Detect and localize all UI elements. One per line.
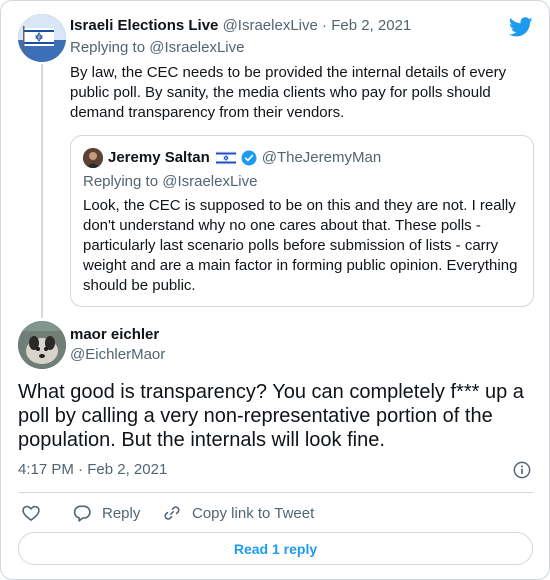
quote-header: Jeremy Saltan @TheJeremyMan — [108, 148, 381, 168]
israel-flag-icon — [215, 151, 236, 165]
main-author-handle[interactable]: @EichlerMaor — [70, 345, 165, 365]
verified-badge-icon — [241, 150, 257, 166]
parent-author-handle[interactable]: @IsraelexLive — [223, 17, 318, 34]
tweet-time[interactable]: 4:17 PM — [18, 461, 74, 478]
timestamp-separator: · — [78, 461, 84, 478]
reply-icon — [73, 505, 91, 522]
copy-link-button[interactable]: Copy link to Tweet — [162, 499, 314, 527]
quote-avatar[interactable] — [83, 148, 103, 168]
link-icon — [164, 506, 180, 520]
reply-label: Reply — [102, 504, 141, 522]
parent-replying-to[interactable]: Replying to @IsraelexLive — [70, 38, 244, 58]
parent-separator: · — [322, 17, 328, 34]
quoted-tweet[interactable]: Jeremy Saltan @TheJeremyMan Replying to … — [70, 135, 534, 307]
twitter-bird-icon[interactable] — [509, 15, 533, 39]
info-icon[interactable] — [513, 461, 531, 479]
like-button[interactable] — [21, 499, 41, 527]
parent-tweet-text: By law, the CEC needs to be provided the… — [70, 64, 507, 121]
parent-date[interactable]: Feb 2, 2021 — [331, 17, 411, 34]
quote-author-name[interactable]: Jeremy Saltan — [108, 148, 210, 168]
main-avatar[interactable] — [18, 321, 66, 369]
tweet-timestamp[interactable]: 4:17 PM · Feb 2, 2021 — [18, 460, 167, 480]
tweet-date[interactable]: Feb 2, 2021 — [87, 461, 167, 478]
copy-link-label: Copy link to Tweet — [192, 504, 315, 522]
main-author-name[interactable]: maor eichler — [70, 325, 159, 345]
quote-tweet-text: Look, the CEC is supposed to be on this … — [83, 197, 518, 294]
embedded-tweet-card: Israeli Elections Live @IsraelexLive · F… — [0, 0, 550, 580]
actions-divider — [18, 492, 533, 493]
quote-replying-to[interactable]: Replying to @IsraelexLive — [83, 172, 257, 192]
parent-avatar[interactable] — [18, 14, 66, 62]
read-replies-button[interactable]: Read 1 reply — [18, 532, 533, 565]
thread-connector-line — [41, 64, 43, 318]
heart-icon — [22, 505, 40, 521]
reply-button[interactable]: Reply — [72, 499, 140, 527]
parent-author-name[interactable]: Israeli Elections Live — [70, 17, 218, 34]
main-tweet-text: What good is transparency? You can compl… — [18, 381, 524, 451]
parent-header: Israeli Elections Live @IsraelexLive · F… — [70, 16, 411, 36]
quote-author-handle[interactable]: @TheJeremyMan — [262, 148, 381, 168]
